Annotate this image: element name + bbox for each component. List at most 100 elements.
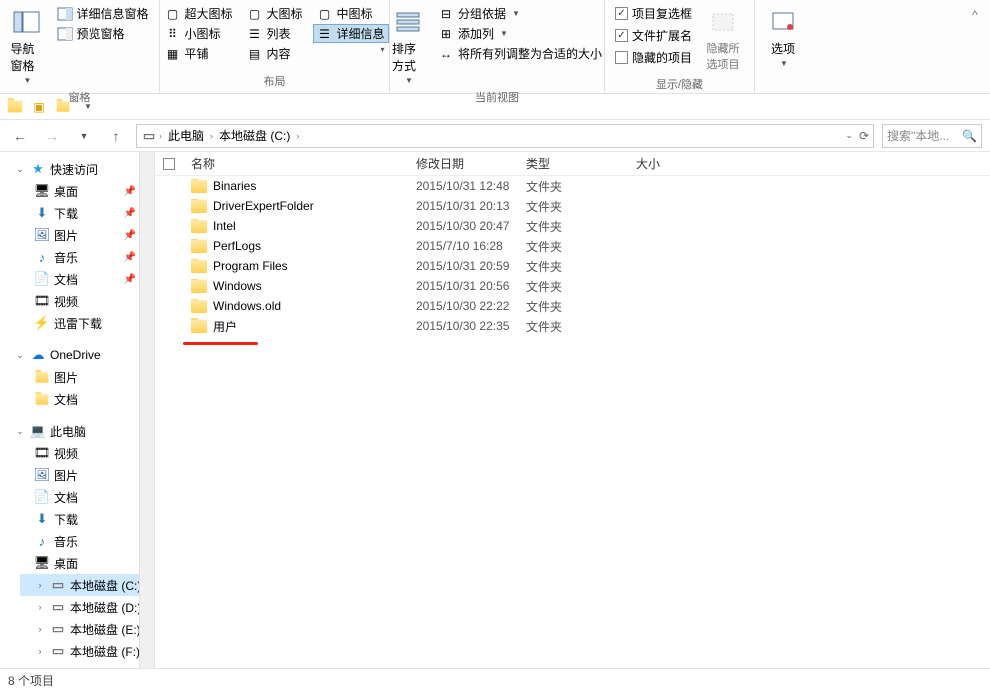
file-type: 文件夹 bbox=[518, 298, 628, 315]
file-type: 文件夹 bbox=[518, 278, 628, 295]
file-date: 2015/10/31 20:56 bbox=[408, 279, 518, 293]
recent-locations-button[interactable]: ▼ bbox=[72, 124, 96, 148]
tree-pc-downloads[interactable]: 下载 bbox=[20, 508, 154, 530]
table-row[interactable]: Intel2015/10/30 20:47文件夹 bbox=[155, 216, 990, 236]
tree-onedrive[interactable]: ⌄OneDrive bbox=[0, 344, 154, 366]
expand-down-icon: ▾ bbox=[381, 45, 385, 54]
autosize-columns-button[interactable]: ↔将所有列调整为合适的大小 bbox=[434, 44, 606, 63]
forward-button[interactable]: → bbox=[40, 124, 64, 148]
address-bar[interactable]: › 此电脑 › 本地磁盘 (C:) › ⌄ ⟳ bbox=[136, 124, 874, 148]
hidden-items-toggle[interactable]: 隐藏的项目 bbox=[613, 48, 694, 67]
navigation-pane-button[interactable]: 导航窗格 ▼ bbox=[7, 4, 47, 87]
crumb-drive-c[interactable]: 本地磁盘 (C:) bbox=[215, 125, 294, 147]
tree-desktop[interactable]: 桌面📌 bbox=[20, 180, 154, 202]
tiles-button[interactable]: ▦平铺 bbox=[160, 44, 236, 63]
add-columns-button[interactable]: ⊞添加列▼ bbox=[434, 24, 606, 43]
add-col-icon: ⊞ bbox=[438, 26, 454, 42]
chevron-right-icon: › bbox=[210, 131, 213, 141]
tree-videos[interactable]: 视频 bbox=[20, 290, 154, 312]
s-icons-button[interactable]: ⠿小图标 bbox=[160, 24, 236, 43]
group-by-button[interactable]: ⊟分组依据▼ bbox=[434, 4, 606, 23]
folder-icon bbox=[191, 280, 207, 293]
annotation-underline bbox=[183, 342, 258, 345]
pictures-icon bbox=[34, 467, 50, 483]
l-icons-button[interactable]: ▢大图标 bbox=[243, 4, 307, 23]
content-button[interactable]: ▤内容 bbox=[243, 44, 307, 63]
up-button[interactable]: ↑ bbox=[104, 124, 128, 148]
table-row[interactable]: Windows2015/10/31 20:56文件夹 bbox=[155, 276, 990, 296]
file-name: Intel bbox=[213, 219, 236, 233]
file-type: 文件夹 bbox=[518, 198, 628, 215]
current-view-group-label: 当前视图 bbox=[398, 87, 596, 109]
table-row[interactable]: Program Files2015/10/31 20:59文件夹 bbox=[155, 256, 990, 276]
tree-drive-e[interactable]: ›本地磁盘 (E:) bbox=[20, 618, 154, 640]
addr-dropdown-button[interactable]: ⌄ bbox=[845, 130, 853, 141]
cloud-icon bbox=[30, 347, 46, 363]
table-row[interactable]: DriverExpertFolder2015/10/31 20:13文件夹 bbox=[155, 196, 990, 216]
layout-expand-button[interactable]: ▾ bbox=[313, 44, 389, 55]
tree-pc-docs[interactable]: 文档 bbox=[20, 486, 154, 508]
tree-quick-access[interactable]: ⌄快速访问 bbox=[0, 158, 154, 180]
col-type[interactable]: 类型 bbox=[518, 152, 628, 175]
tree-onedrive-pics[interactable]: 图片 bbox=[20, 366, 154, 388]
col-name[interactable]: 名称 bbox=[183, 152, 408, 175]
l-icons-icon: ▢ bbox=[247, 6, 263, 22]
hide-selected-button[interactable]: 隐藏所选项目 bbox=[700, 4, 746, 74]
nav-pane-icon bbox=[11, 6, 43, 38]
tree-drive-f[interactable]: ›本地磁盘 (F:) bbox=[20, 640, 154, 662]
col-size[interactable]: 大小 bbox=[628, 152, 728, 175]
tree-thispc[interactable]: ⌄此电脑 bbox=[0, 420, 154, 442]
sort-by-button[interactable]: 排序方式 ▼ bbox=[388, 4, 428, 87]
drive-icon bbox=[50, 643, 66, 659]
xl-icons-button[interactable]: ▢超大图标 bbox=[160, 4, 236, 23]
table-row[interactable]: 用户2015/10/30 22:35文件夹 bbox=[155, 316, 990, 336]
tree-onedrive-docs[interactable]: 文档 bbox=[20, 388, 154, 410]
m-icons-button[interactable]: ▢中图标 bbox=[313, 4, 389, 23]
tree-drive-d[interactable]: ›本地磁盘 (D:) bbox=[20, 596, 154, 618]
file-name: DriverExpertFolder bbox=[213, 199, 314, 213]
tree-xunlei[interactable]: 迅雷下载 bbox=[20, 312, 154, 334]
crumb-thispc[interactable]: 此电脑 bbox=[164, 125, 208, 147]
details-view-button[interactable]: ☰详细信息 bbox=[313, 24, 389, 43]
options-button[interactable]: 选项 ▼ bbox=[763, 4, 803, 70]
back-button[interactable]: ← bbox=[8, 124, 32, 148]
checkbox-icon: ✓ bbox=[615, 29, 628, 42]
tree-drive-c[interactable]: ›本地磁盘 (C:) bbox=[20, 574, 154, 596]
select-all-checkbox[interactable] bbox=[163, 158, 175, 170]
item-checkboxes-toggle[interactable]: ✓项目复选框 bbox=[613, 4, 694, 23]
detail-info-pane-button[interactable]: 详细信息窗格 bbox=[53, 4, 153, 23]
file-name: PerfLogs bbox=[213, 239, 261, 253]
pictures-icon bbox=[34, 227, 50, 243]
tree-pc-desktop[interactable]: 桌面 bbox=[20, 552, 154, 574]
file-extensions-toggle[interactable]: ✓文件扩展名 bbox=[613, 26, 694, 45]
file-date: 2015/10/30 20:47 bbox=[408, 219, 518, 233]
folder-icon bbox=[36, 372, 49, 382]
tree-docs[interactable]: 文档📌 bbox=[20, 268, 154, 290]
tree-downloads[interactable]: 下载📌 bbox=[20, 202, 154, 224]
tree-pc-pics[interactable]: 图片 bbox=[20, 464, 154, 486]
chevron-down-icon: ▼ bbox=[780, 59, 788, 68]
table-row[interactable]: PerfLogs2015/7/10 16:28文件夹 bbox=[155, 236, 990, 256]
collapse-icon: ⌄ bbox=[14, 164, 26, 175]
table-row[interactable]: Windows.old2015/10/30 22:22文件夹 bbox=[155, 296, 990, 316]
panes-group-label: 窗格 bbox=[8, 87, 151, 109]
tree-pc-videos[interactable]: 视频 bbox=[20, 442, 154, 464]
collapse-ribbon-button[interactable]: ^ bbox=[966, 6, 984, 24]
collapse-icon: ⌄ bbox=[14, 426, 26, 437]
tree-music[interactable]: 音乐📌 bbox=[20, 246, 154, 268]
search-icon: 🔍 bbox=[962, 129, 977, 143]
tree-pictures[interactable]: 图片📌 bbox=[20, 224, 154, 246]
search-input[interactable]: 搜索"本地... 🔍 bbox=[882, 124, 982, 148]
refresh-button[interactable]: ⟳ bbox=[859, 129, 869, 143]
list-button[interactable]: ☰列表 bbox=[243, 24, 307, 43]
preview-pane-button[interactable]: 预览窗格 bbox=[53, 24, 153, 43]
desktop-icon bbox=[34, 555, 50, 571]
tree-pc-music[interactable]: 音乐 bbox=[20, 530, 154, 552]
col-date[interactable]: 修改日期 bbox=[408, 152, 518, 175]
table-row[interactable]: Binaries2015/10/31 12:48文件夹 bbox=[155, 176, 990, 196]
file-date: 2015/10/30 22:22 bbox=[408, 299, 518, 313]
m-icons-icon: ▢ bbox=[317, 6, 333, 22]
tree-scrollbar[interactable] bbox=[139, 152, 154, 668]
chevron-down-icon: ▼ bbox=[500, 29, 508, 38]
checkbox-icon: ✓ bbox=[615, 7, 628, 20]
